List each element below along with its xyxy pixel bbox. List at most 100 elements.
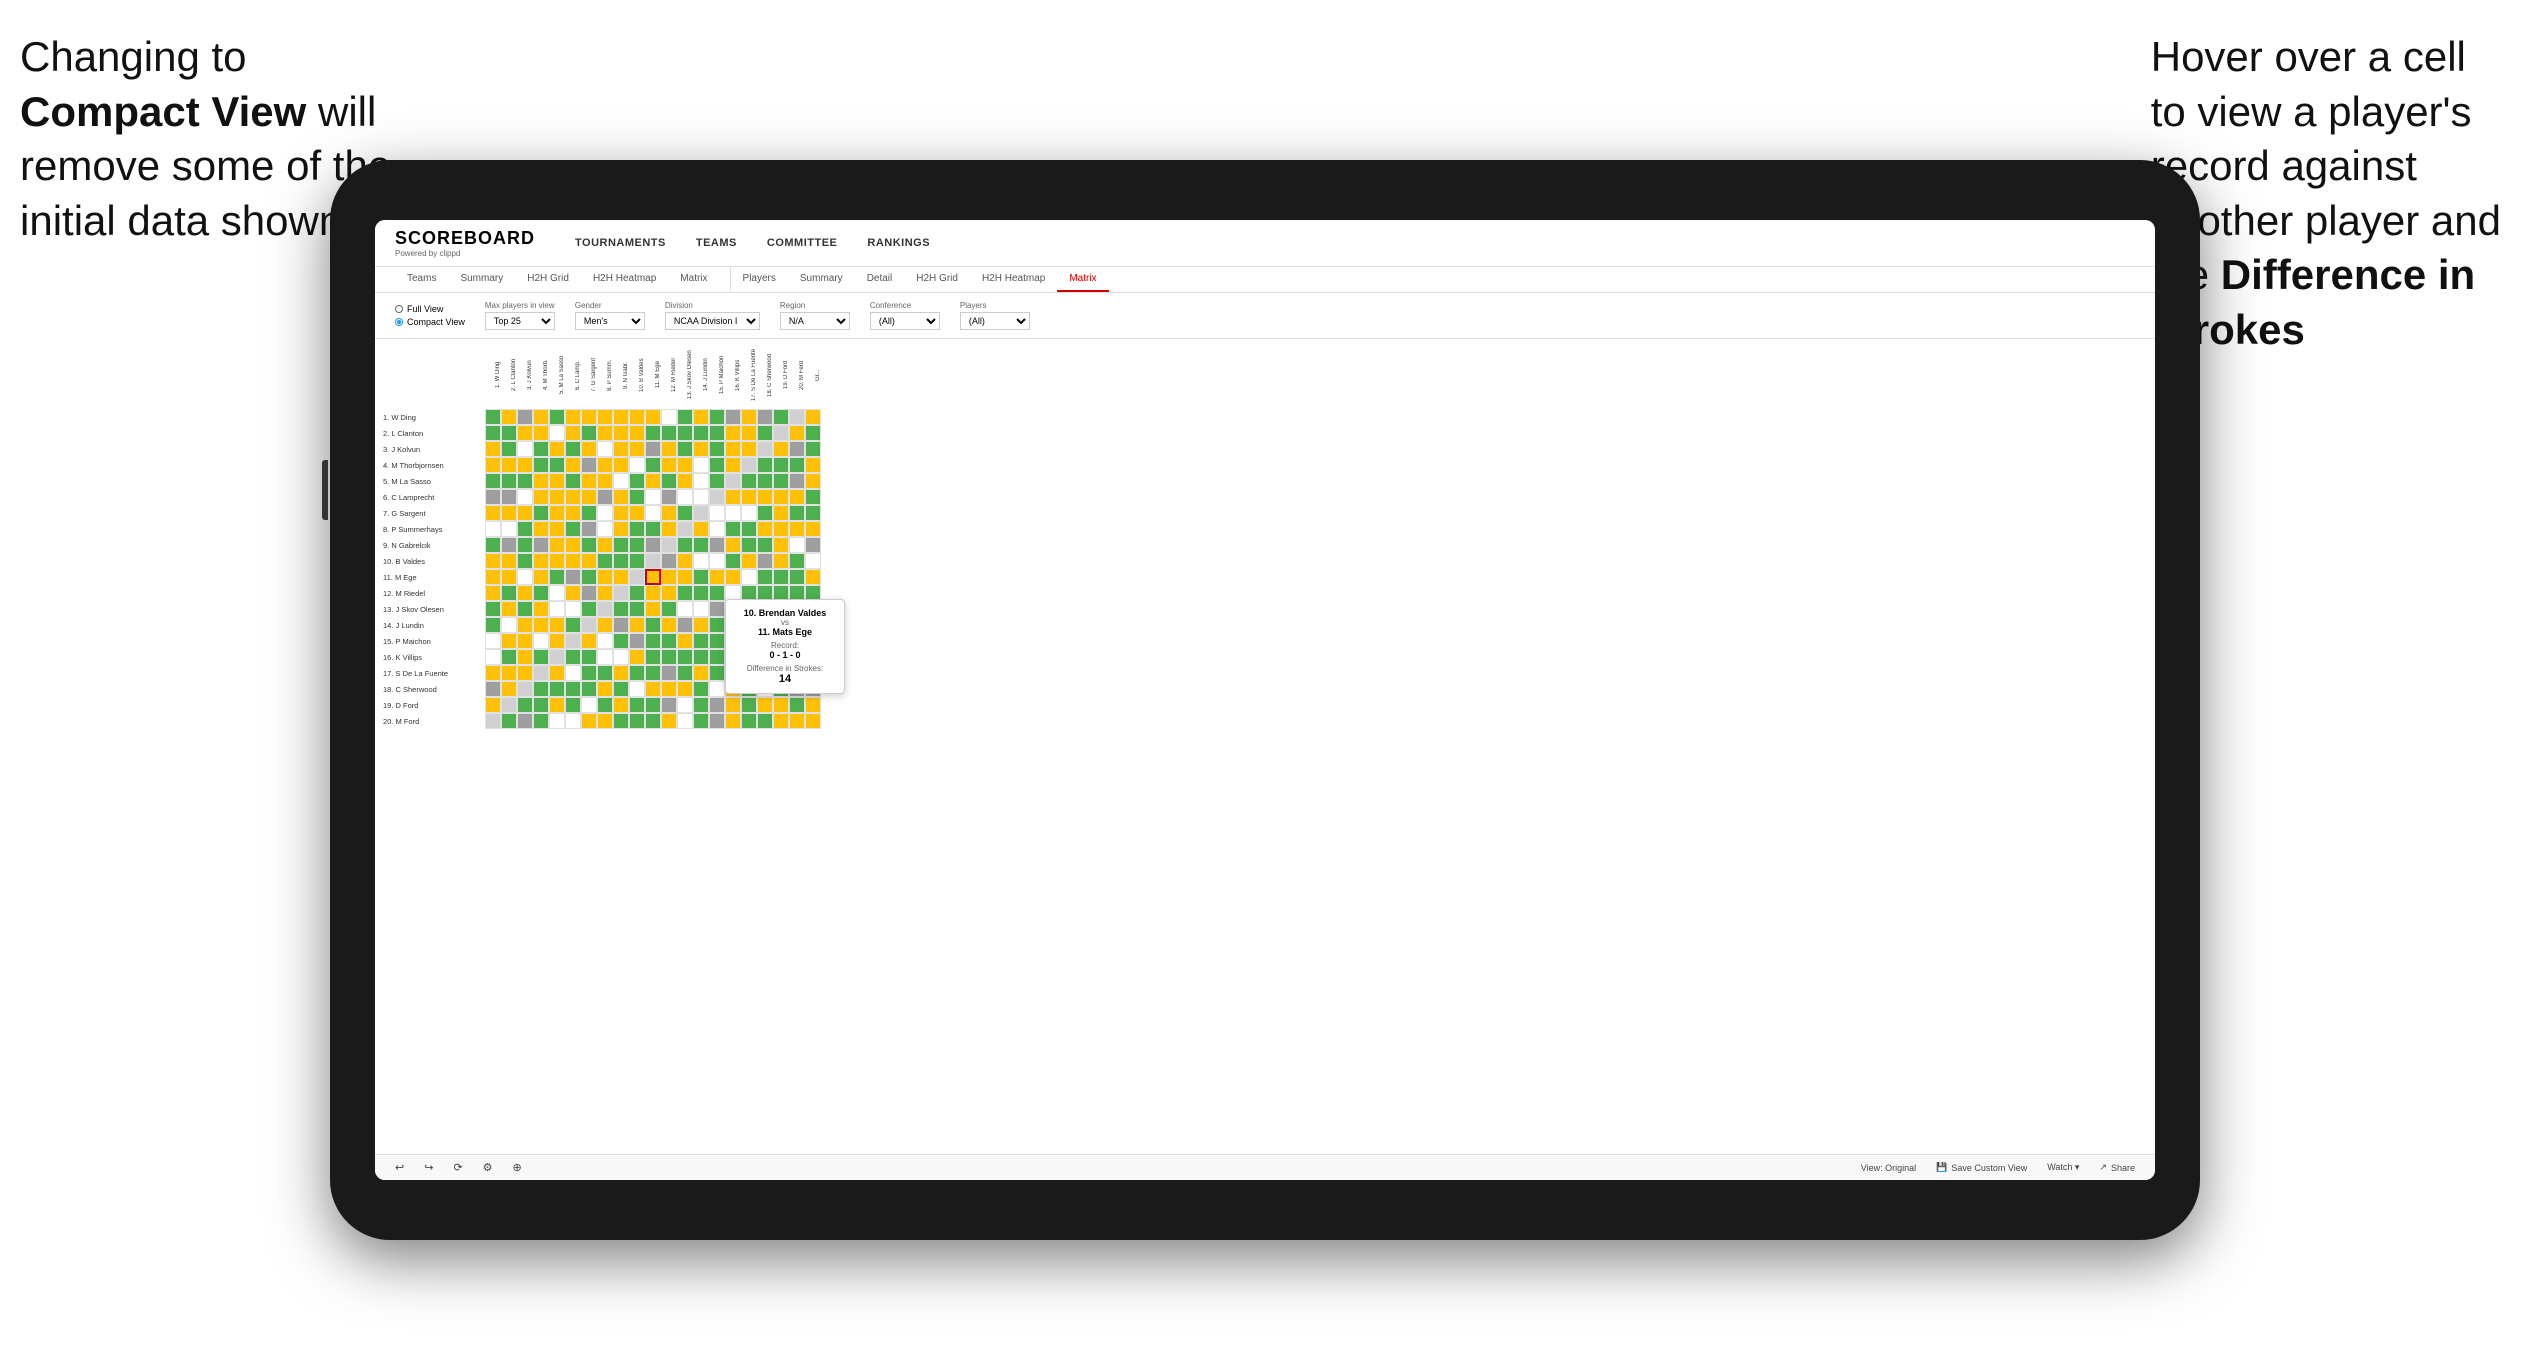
- grid-cell[interactable]: [629, 649, 645, 665]
- grid-cell[interactable]: [613, 441, 629, 457]
- grid-cell[interactable]: [661, 553, 677, 569]
- grid-cell[interactable]: [725, 521, 741, 537]
- grid-cell[interactable]: [789, 489, 805, 505]
- grid-cell[interactable]: [773, 425, 789, 441]
- grid-cell[interactable]: [725, 697, 741, 713]
- grid-cell[interactable]: [485, 441, 501, 457]
- grid-cell[interactable]: [581, 521, 597, 537]
- grid-cell[interactable]: [677, 617, 693, 633]
- grid-cell[interactable]: [805, 473, 821, 489]
- grid-cell[interactable]: [629, 521, 645, 537]
- grid-cell[interactable]: [661, 713, 677, 729]
- nav-teams[interactable]: TEAMS: [696, 233, 737, 253]
- grid-cell[interactable]: [693, 697, 709, 713]
- grid-cell[interactable]: [629, 441, 645, 457]
- grid-cell[interactable]: [677, 665, 693, 681]
- nav-committee[interactable]: COMMITTEE: [767, 233, 838, 253]
- grid-cell[interactable]: [517, 617, 533, 633]
- grid-cell[interactable]: [629, 681, 645, 697]
- grid-cell[interactable]: [597, 425, 613, 441]
- grid-cell[interactable]: [645, 697, 661, 713]
- grid-cell[interactable]: [693, 569, 709, 585]
- grid-cell[interactable]: [533, 585, 549, 601]
- history-button[interactable]: ⟳: [453, 1161, 462, 1174]
- grid-cell[interactable]: [789, 569, 805, 585]
- grid-cell[interactable]: [789, 425, 805, 441]
- grid-cell[interactable]: [485, 713, 501, 729]
- grid-cell[interactable]: [645, 585, 661, 601]
- grid-cell[interactable]: [709, 441, 725, 457]
- grid-cell[interactable]: [533, 633, 549, 649]
- grid-cell[interactable]: [693, 681, 709, 697]
- grid-cell[interactable]: [757, 505, 773, 521]
- grid-cell[interactable]: [501, 441, 517, 457]
- grid-cell[interactable]: [773, 489, 789, 505]
- grid-cell[interactable]: [501, 681, 517, 697]
- grid-cell[interactable]: [533, 537, 549, 553]
- grid-cell[interactable]: [661, 489, 677, 505]
- grid-cell[interactable]: [789, 553, 805, 569]
- grid-cell[interactable]: [789, 505, 805, 521]
- grid-cell[interactable]: [757, 521, 773, 537]
- grid-cell[interactable]: [517, 489, 533, 505]
- grid-cell[interactable]: [613, 649, 629, 665]
- grid-cell[interactable]: [757, 489, 773, 505]
- grid-cell[interactable]: [645, 649, 661, 665]
- grid-cell[interactable]: [501, 409, 517, 425]
- grid-cell[interactable]: [533, 617, 549, 633]
- grid-cell[interactable]: [677, 441, 693, 457]
- grid-cell[interactable]: [645, 601, 661, 617]
- grid-cell[interactable]: [517, 537, 533, 553]
- grid-cell[interactable]: [597, 537, 613, 553]
- grid-cell[interactable]: [549, 505, 565, 521]
- grid-cell[interactable]: [533, 457, 549, 473]
- grid-cell[interactable]: [757, 457, 773, 473]
- grid-cell[interactable]: [629, 473, 645, 489]
- grid-cell[interactable]: [709, 697, 725, 713]
- grid-cell[interactable]: [549, 569, 565, 585]
- grid-cell[interactable]: [773, 553, 789, 569]
- grid-cell[interactable]: [773, 521, 789, 537]
- grid-cell[interactable]: [565, 569, 581, 585]
- grid-cell[interactable]: [581, 457, 597, 473]
- grid-cell[interactable]: [485, 569, 501, 585]
- grid-cell[interactable]: [805, 505, 821, 521]
- subnav-h2h-heatmap1[interactable]: H2H Heatmap: [581, 267, 668, 292]
- grid-cell[interactable]: [565, 649, 581, 665]
- grid-cell[interactable]: [805, 457, 821, 473]
- grid-cell[interactable]: [789, 537, 805, 553]
- grid-cell[interactable]: [805, 537, 821, 553]
- grid-cell[interactable]: [597, 505, 613, 521]
- grid-cell[interactable]: [741, 521, 757, 537]
- grid-cell[interactable]: [517, 681, 533, 697]
- grid-cell[interactable]: [597, 457, 613, 473]
- grid-cell[interactable]: [501, 585, 517, 601]
- grid-cell[interactable]: [613, 665, 629, 681]
- grid-cell[interactable]: [725, 553, 741, 569]
- grid-cell[interactable]: [581, 665, 597, 681]
- grid-cell[interactable]: [709, 617, 725, 633]
- grid-cell[interactable]: [581, 585, 597, 601]
- subnav-players[interactable]: Players: [730, 267, 788, 292]
- grid-cell[interactable]: [693, 489, 709, 505]
- grid-cell[interactable]: [805, 713, 821, 729]
- grid-cell[interactable]: [549, 585, 565, 601]
- grid-cell[interactable]: [517, 713, 533, 729]
- grid-cell[interactable]: [581, 633, 597, 649]
- grid-cell[interactable]: [693, 665, 709, 681]
- grid-cell[interactable]: [725, 441, 741, 457]
- grid-cell[interactable]: [613, 425, 629, 441]
- grid-cell[interactable]: [709, 521, 725, 537]
- grid-cell[interactable]: [629, 409, 645, 425]
- grid-cell[interactable]: [709, 457, 725, 473]
- grid-cell[interactable]: [517, 601, 533, 617]
- grid-cell[interactable]: [517, 665, 533, 681]
- grid-cell[interactable]: [517, 473, 533, 489]
- grid-cell[interactable]: [485, 617, 501, 633]
- grid-cell[interactable]: [533, 553, 549, 569]
- grid-cell[interactable]: [693, 553, 709, 569]
- grid-cell[interactable]: [661, 569, 677, 585]
- grid-cell[interactable]: [501, 457, 517, 473]
- grid-cell[interactable]: [709, 409, 725, 425]
- grid-cell[interactable]: [645, 505, 661, 521]
